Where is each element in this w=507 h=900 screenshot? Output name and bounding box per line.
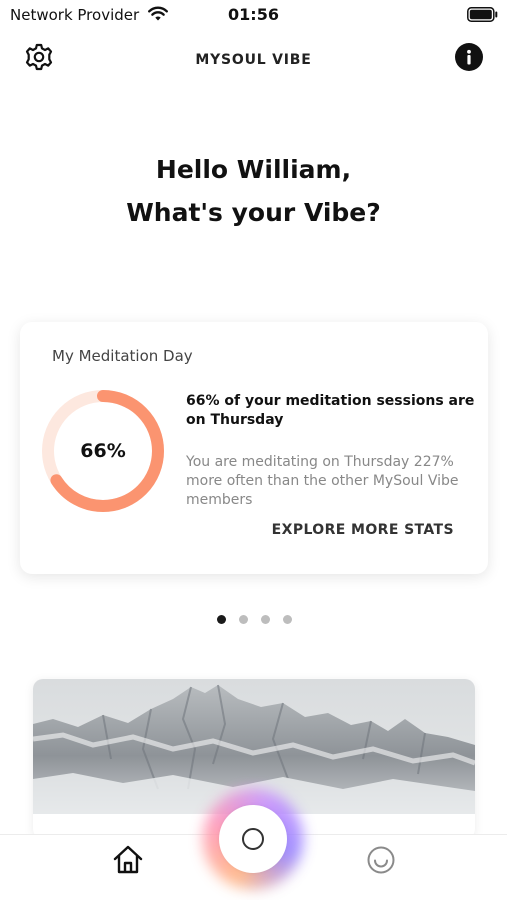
- home-icon[interactable]: [111, 843, 145, 877]
- meditation-stats-card[interactable]: My Meditation Day 66% 66% of your medita…: [20, 322, 488, 574]
- record-circle-icon: [242, 828, 264, 850]
- greeting-line-1: Hello William,: [155, 155, 352, 184]
- stat-headline: 66% of your meditation sessions are on T…: [186, 393, 475, 428]
- pager-dot[interactable]: [217, 615, 226, 624]
- info-icon: [467, 49, 471, 65]
- stat-detail: You are meditating on Thursday 227% more…: [186, 454, 459, 508]
- pager-dot[interactable]: [283, 615, 292, 624]
- status-bar: Network Provider 01:56: [0, 0, 507, 32]
- pager-dot[interactable]: [239, 615, 248, 624]
- greeting: Hello William, What's your Vibe?: [0, 148, 507, 234]
- progress-percent: 66%: [80, 440, 126, 462]
- card-title: My Meditation Day: [52, 347, 193, 365]
- greeting-line-2: What's your Vibe?: [126, 198, 381, 227]
- app-title: MYSOUL VIBE: [195, 52, 312, 68]
- record-button[interactable]: [219, 805, 287, 873]
- smile-face-icon[interactable]: [366, 845, 396, 875]
- carousel-pager: [217, 615, 292, 625]
- pager-dot[interactable]: [261, 615, 270, 624]
- info-button[interactable]: [455, 43, 483, 71]
- status-clock: 01:56: [228, 5, 279, 24]
- battery-icon: [467, 7, 498, 22]
- explore-more-stats-link[interactable]: EXPLORE MORE STATS: [272, 522, 454, 538]
